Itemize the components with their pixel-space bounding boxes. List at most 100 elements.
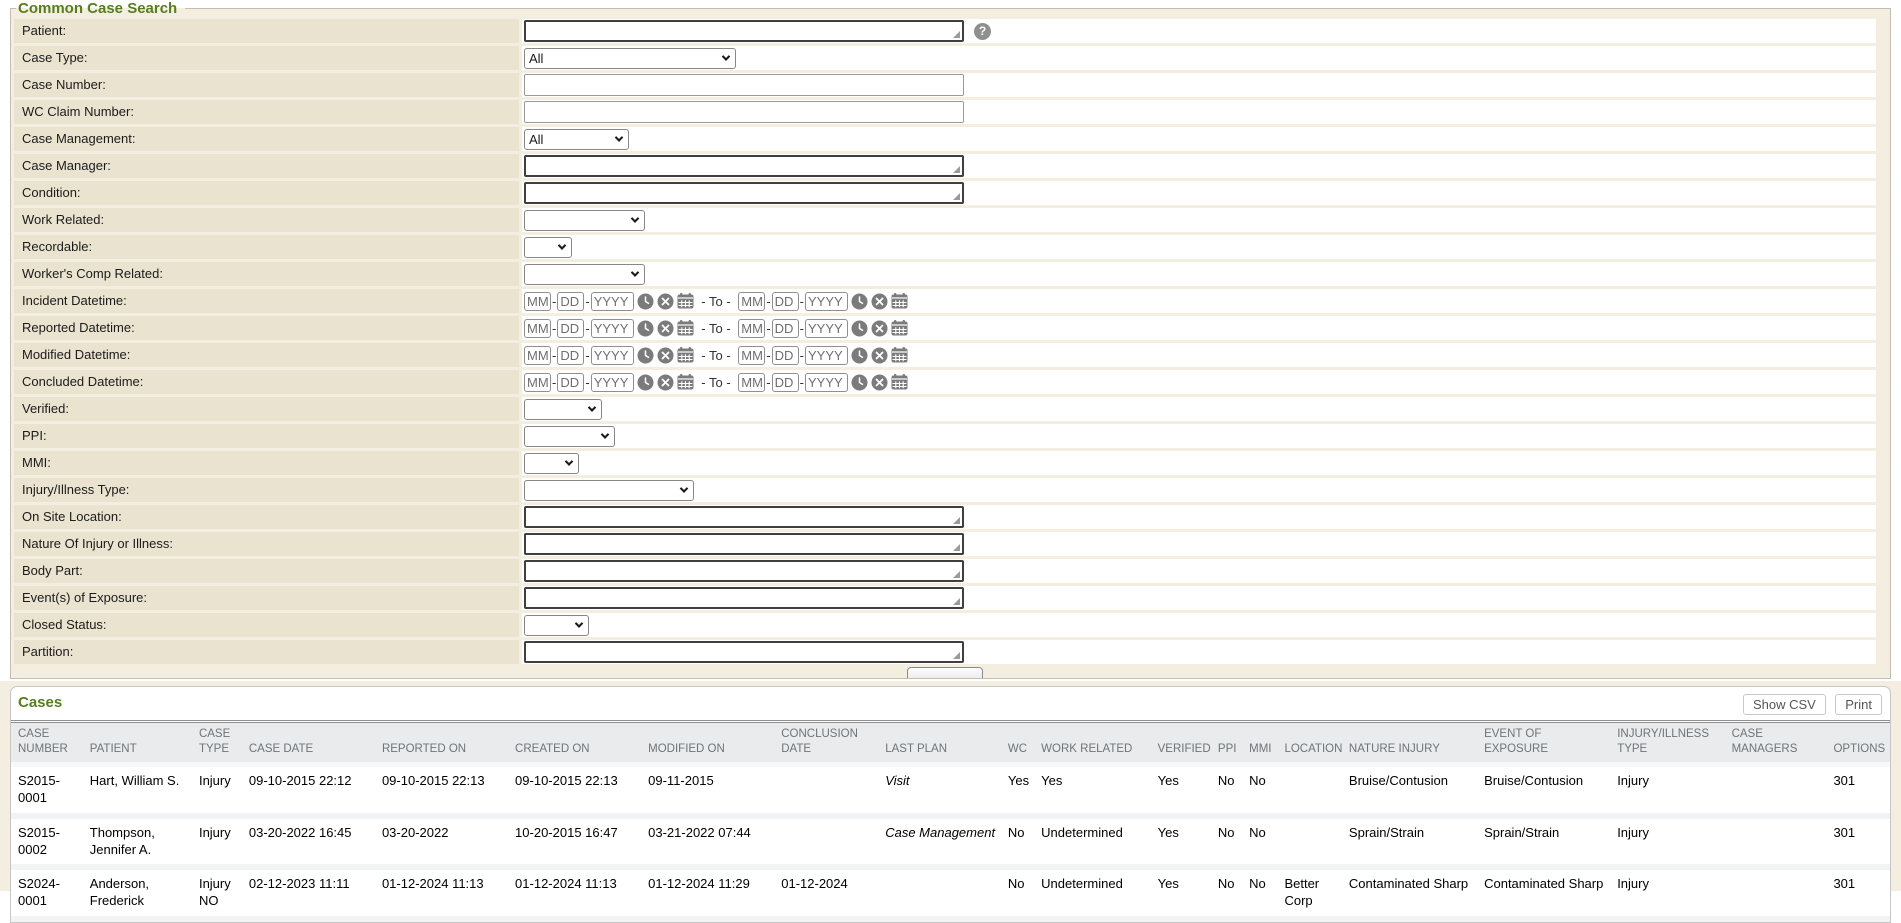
field-control-area: -- - To - -- <box>522 370 1876 394</box>
cell-mmi: No <box>1243 816 1278 868</box>
show-csv-button[interactable]: Show CSV <box>1743 694 1826 715</box>
clear-icon[interactable] <box>657 374 674 391</box>
clear-icon[interactable] <box>871 347 888 364</box>
chevron-down-icon <box>601 430 609 438</box>
modified_datetime-to-month-input[interactable] <box>738 346 765 365</box>
patient-input[interactable] <box>524 20 964 42</box>
modified_datetime-to-year-input[interactable] <box>805 346 848 365</box>
reported_datetime-from-year-input[interactable] <box>591 319 634 338</box>
body_part-input[interactable] <box>524 560 964 582</box>
field-label: Incident Datetime: <box>14 289 519 313</box>
condition-input[interactable] <box>524 182 964 204</box>
search-button[interactable] <box>907 667 983 678</box>
incident_datetime-to-month-input[interactable] <box>738 292 765 311</box>
clear-icon[interactable] <box>657 293 674 310</box>
field-control-area <box>522 154 1876 178</box>
injury_illness_type-select[interactable] <box>524 480 694 501</box>
partition-input[interactable] <box>524 641 964 663</box>
case_manager-input[interactable] <box>524 155 964 177</box>
events_of_exposure-input[interactable] <box>524 587 964 609</box>
work_related-select[interactable] <box>524 210 645 231</box>
column-header-modified_on: MODIFIED ON <box>642 723 775 764</box>
column-header-reported_on: REPORTED ON <box>376 723 509 764</box>
form-row-wc_claim_number: WC Claim Number: <box>14 100 1876 124</box>
concluded_datetime-to-month-input[interactable] <box>738 373 765 392</box>
calendar-icon[interactable] <box>891 320 908 336</box>
field-label: Condition: <box>14 181 519 205</box>
verified-select[interactable] <box>524 399 602 420</box>
calendar-icon[interactable] <box>891 293 908 309</box>
mmi-select[interactable] <box>524 453 579 474</box>
reported_datetime-to-year-input[interactable] <box>805 319 848 338</box>
modified_datetime-from-day-input[interactable] <box>557 346 584 365</box>
nature_of_injury_or_illness-input[interactable] <box>524 533 964 555</box>
modified_datetime-from-month-input[interactable] <box>524 346 551 365</box>
incident_datetime-from-year-input[interactable] <box>591 292 634 311</box>
concluded_datetime-from-month-input[interactable] <box>524 373 551 392</box>
modified_datetime-from-year-input[interactable] <box>591 346 634 365</box>
calendar-icon[interactable] <box>677 320 694 336</box>
clear-icon[interactable] <box>657 320 674 337</box>
calendar-icon[interactable] <box>677 347 694 363</box>
chevron-down-icon <box>631 268 639 276</box>
clock-icon[interactable] <box>851 293 868 310</box>
reported_datetime-from-month-input[interactable] <box>524 319 551 338</box>
case_type-select[interactable]: All <box>524 48 736 69</box>
on_site_location-input[interactable] <box>524 506 964 528</box>
reported_datetime-to-day-input[interactable] <box>772 319 799 338</box>
concluded_datetime-to-day-input[interactable] <box>772 373 799 392</box>
reported_datetime-from-day-input[interactable] <box>557 319 584 338</box>
common-case-search-section: Common Case Search Patient:?Case Type:Al… <box>10 0 1891 679</box>
reported_datetime-to-month-input[interactable] <box>738 319 765 338</box>
concluded_datetime-from-year-input[interactable] <box>591 373 634 392</box>
modified_datetime-to-day-input[interactable] <box>772 346 799 365</box>
field-control-area: All <box>522 127 1876 151</box>
clear-icon[interactable] <box>871 374 888 391</box>
recordable-select[interactable] <box>524 237 572 258</box>
field-label: Closed Status: <box>14 613 519 637</box>
field-label: Case Management: <box>14 127 519 151</box>
print-button[interactable]: Print <box>1835 694 1882 715</box>
ppi-select[interactable] <box>524 426 615 447</box>
calendar-icon[interactable] <box>677 293 694 309</box>
cell-work_related: Yes <box>1035 764 1151 815</box>
clock-icon[interactable] <box>637 374 654 391</box>
field-label: Worker's Comp Related: <box>14 262 519 286</box>
clock-icon[interactable] <box>851 374 868 391</box>
clear-icon[interactable] <box>871 320 888 337</box>
resizable-input-wrap <box>524 560 964 582</box>
clock-icon[interactable] <box>851 320 868 337</box>
date-dash: - <box>585 375 589 390</box>
closed_status-select[interactable] <box>524 615 589 636</box>
cell-verified: Yes <box>1152 764 1212 815</box>
calendar-icon[interactable] <box>677 374 694 390</box>
form-row-on_site_location: On Site Location: <box>14 505 1876 529</box>
form-row-patient: Patient:? <box>14 19 1876 43</box>
clock-icon[interactable] <box>637 320 654 337</box>
resizable-input-wrap <box>524 587 964 609</box>
field-control-area <box>522 397 1876 421</box>
case_management-select[interactable]: All <box>524 129 629 150</box>
clear-icon[interactable] <box>657 347 674 364</box>
clock-icon[interactable] <box>851 347 868 364</box>
range-to-label: - To - <box>698 294 735 309</box>
concluded_datetime-from-day-input[interactable] <box>557 373 584 392</box>
incident_datetime-from-month-input[interactable] <box>524 292 551 311</box>
incident_datetime-to-year-input[interactable] <box>805 292 848 311</box>
calendar-icon[interactable] <box>891 374 908 390</box>
concluded_datetime-to-year-input[interactable] <box>805 373 848 392</box>
form-row-reported_datetime: Reported Datetime:-- - To - -- <box>14 316 1876 340</box>
field-label: Partition: <box>14 640 519 664</box>
incident_datetime-from-day-input[interactable] <box>557 292 584 311</box>
resizable-input-wrap <box>524 182 964 204</box>
clear-icon[interactable] <box>871 293 888 310</box>
workers_comp_related-select[interactable] <box>524 264 645 285</box>
calendar-icon[interactable] <box>891 347 908 363</box>
incident_datetime-to-day-input[interactable] <box>772 292 799 311</box>
wc_claim_number-input[interactable] <box>524 101 964 123</box>
field-control-area <box>522 424 1876 448</box>
case_number-input[interactable] <box>524 74 964 96</box>
clock-icon[interactable] <box>637 347 654 364</box>
help-icon[interactable]: ? <box>974 23 991 40</box>
clock-icon[interactable] <box>637 293 654 310</box>
